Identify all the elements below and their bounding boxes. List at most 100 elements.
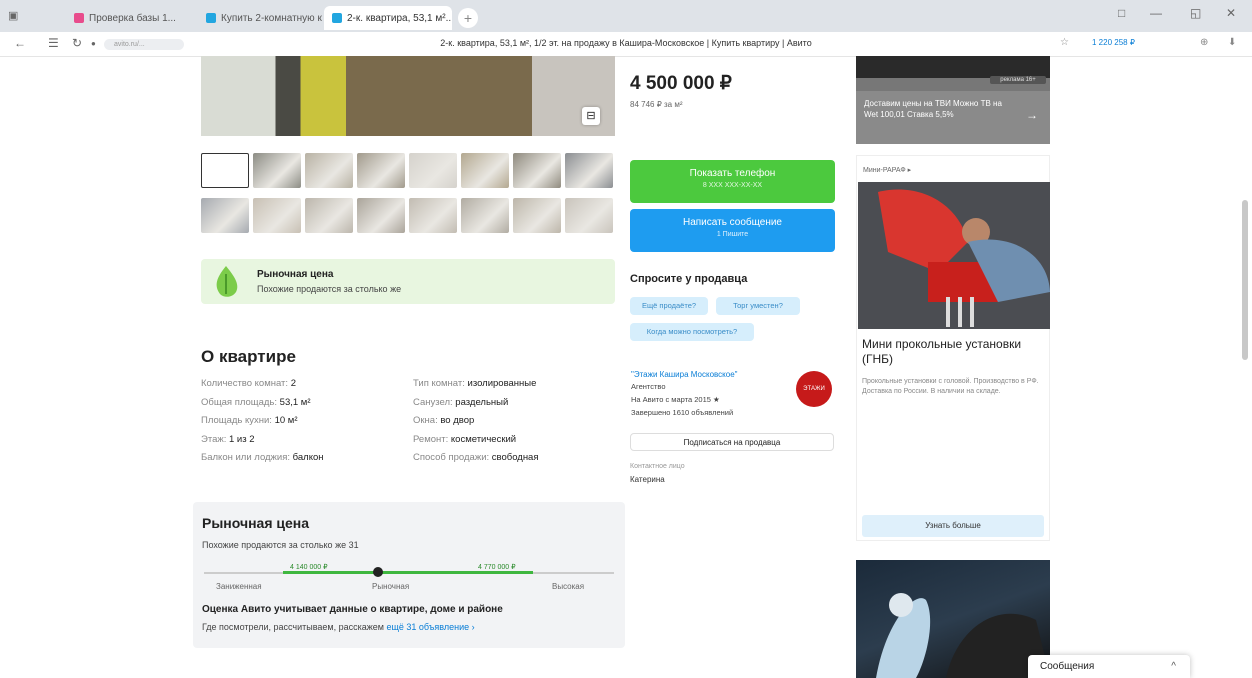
tab-favicon-icon xyxy=(332,13,342,23)
extensions-icon[interactable]: ⊕ xyxy=(1200,37,1208,48)
drilling-photo xyxy=(858,182,1050,329)
thumbnail[interactable] xyxy=(461,153,509,188)
subscribe-seller-button[interactable]: Подписаться на продавца xyxy=(630,433,834,451)
thumbnail[interactable] xyxy=(253,153,301,188)
bookmark-star-icon[interactable]: ☆ xyxy=(1060,37,1069,48)
param-row: Площадь кухни: 10 м² xyxy=(201,415,298,426)
thumbnail[interactable] xyxy=(357,198,405,233)
price-scale-tick-right: 4 770 000 ₽ xyxy=(478,564,516,571)
chevron-up-icon[interactable]: ^ xyxy=(1171,655,1176,678)
market-price-subtitle: Похожие продаются за столько же 31 xyxy=(202,540,359,550)
ad-card-2-image[interactable] xyxy=(858,182,1050,329)
thumbnail[interactable] xyxy=(513,198,561,233)
thumbnail[interactable] xyxy=(513,153,561,188)
new-tab-button[interactable]: + xyxy=(458,8,478,28)
thumbnail[interactable] xyxy=(253,198,301,233)
param-value: свободная xyxy=(491,452,539,463)
seller-since: На Авито с марта 2015 ★ xyxy=(631,395,720,404)
thumbnail[interactable] xyxy=(565,153,613,188)
close-window-button[interactable]: ✕ xyxy=(1226,6,1236,20)
thumbnail-floorplan[interactable] xyxy=(201,153,249,188)
show-phone-button[interactable]: Показать телефон 8 XXX XXX-XX-XX xyxy=(630,160,835,203)
market-leaf-icon xyxy=(216,266,238,297)
param-row: Общая площадь: 53,1 м² xyxy=(201,397,311,408)
param-label: Способ продажи: xyxy=(413,452,490,463)
param-label: Этаж: xyxy=(201,433,227,445)
main-photo[interactable] xyxy=(201,56,615,136)
price-scale-market-range xyxy=(283,571,533,574)
param-value: 53,1 м² xyxy=(279,396,311,408)
param-row: Этаж: 1 из 2 xyxy=(201,434,255,445)
download-icon[interactable]: ⬇ xyxy=(1228,37,1236,48)
param-value: 1 из 2 xyxy=(229,433,255,445)
tab-label: 2-к. квартира, 53,1 м²... xyxy=(347,12,452,24)
profile-balance[interactable]: 1 220 258 ₽ xyxy=(1092,38,1135,47)
tab-favicon-icon xyxy=(74,13,84,23)
param-row: Способ продажи: свободная xyxy=(413,452,539,463)
param-value: балкон xyxy=(292,452,324,463)
seller-name-link[interactable]: "Этажи Кашира Московское" xyxy=(631,370,738,379)
thumbnail[interactable] xyxy=(409,198,457,233)
market-price-note2: Где посмотрели, рассчитываем, расскажем … xyxy=(202,622,475,632)
param-row: Санузел: раздельный xyxy=(413,397,508,408)
write-message-sub: 1 Пишите xyxy=(716,231,749,238)
show-phone-label: Показать телефон xyxy=(689,168,776,179)
contact-person-label: Контактное лицо xyxy=(630,463,685,470)
param-value: во двор xyxy=(440,415,475,426)
ad-banner-1-text: Доставим цены на ТВИ Можно ТВ на Wet 100… xyxy=(864,99,1002,119)
thumbnail[interactable] xyxy=(409,153,457,188)
write-message-button[interactable]: Написать сообщение 1 Пишите xyxy=(630,209,835,252)
param-value: косметический xyxy=(450,433,517,445)
param-label: Тип комнат: xyxy=(413,378,465,389)
note2-text: Где посмотрели, рассчитываем, расскажем xyxy=(202,622,387,632)
messages-label: Сообщения xyxy=(1040,661,1095,672)
price-scale-label-low: Заниженная xyxy=(216,582,262,591)
param-value: 10 м² xyxy=(274,415,298,426)
thumbnail[interactable] xyxy=(305,153,353,188)
param-value: 2 xyxy=(290,378,296,389)
tabs-grid-icon[interactable]: □ xyxy=(1118,6,1125,20)
seller-logo[interactable]: ЭТАЖИ xyxy=(796,371,832,407)
contact-person-name: Катерина xyxy=(630,475,665,484)
thumbnail[interactable] xyxy=(357,153,405,188)
tab-1[interactable]: Проверка базы 1... xyxy=(66,6,198,30)
similar-listings-link[interactable]: ещё 31 объявление › xyxy=(386,622,474,632)
param-label: Ремонт: xyxy=(413,433,449,445)
fullscreen-icon[interactable]: ⊟ xyxy=(582,107,600,125)
quick-question-chip[interactable]: Когда можно посмотреть? xyxy=(630,323,754,341)
sidebar-toggle-icon[interactable]: ▣ xyxy=(8,9,18,22)
param-row: Количество комнат: 2 xyxy=(201,378,296,389)
tab-label: Купить 2-комнатную кв... xyxy=(221,12,322,24)
tab-3-active[interactable]: 2-к. квартира, 53,1 м²... xyxy=(324,6,452,30)
ask-seller-heading: Спросите у продавца xyxy=(630,273,748,285)
thumbnail[interactable] xyxy=(305,198,353,233)
quick-question-chip[interactable]: Торг уместен? xyxy=(716,297,800,315)
price-scale-tick-left: 4 140 000 ₽ xyxy=(290,564,328,571)
tab-2[interactable]: Купить 2-комнатную кв... xyxy=(198,6,322,30)
minimize-button[interactable]: — xyxy=(1150,6,1162,20)
ad-card-2-source: Мини-РАРАФ ▸ xyxy=(863,167,912,174)
ad-banner-3[interactable] xyxy=(856,560,1050,678)
market-banner-title: Рыночная цена xyxy=(257,269,334,280)
market-price-heading: Рыночная цена xyxy=(202,515,310,531)
thumbnail[interactable] xyxy=(461,198,509,233)
price-scale-label-mid: Рыночная xyxy=(372,582,410,591)
param-label: Санузел: xyxy=(413,396,453,408)
ad-card-2-description: Прокольные установки с головой. Производ… xyxy=(862,378,1039,395)
messages-panel[interactable]: Сообщения ^ xyxy=(1028,655,1190,678)
thumbnail[interactable] xyxy=(201,198,249,233)
arrow-right-icon: → xyxy=(1026,108,1038,122)
quick-question-chip[interactable]: Ещё продаёте? xyxy=(630,297,708,315)
price-per-meter: 84 746 ₽ за м² xyxy=(630,100,683,109)
learn-more-button[interactable]: Узнать больше xyxy=(862,515,1044,537)
ad-card-2-title[interactable]: Мини прокольные установки (ГНБ) xyxy=(862,337,1042,367)
seller-completed: Завершено 1610 объявлений xyxy=(631,408,734,417)
market-price-note: Оценка Авито учитывает данные о квартире… xyxy=(202,604,503,615)
scrollbar[interactable] xyxy=(1242,200,1248,360)
ad-badge: реклама 16+ xyxy=(990,76,1046,84)
price: 4 500 000 ₽ xyxy=(630,73,732,94)
param-label: Общая площадь: xyxy=(201,396,278,408)
thumbnail[interactable] xyxy=(565,198,613,233)
maximize-button[interactable]: ◱ xyxy=(1190,6,1201,20)
show-phone-sub: 8 XXX XXX-XX-XX xyxy=(702,182,763,189)
